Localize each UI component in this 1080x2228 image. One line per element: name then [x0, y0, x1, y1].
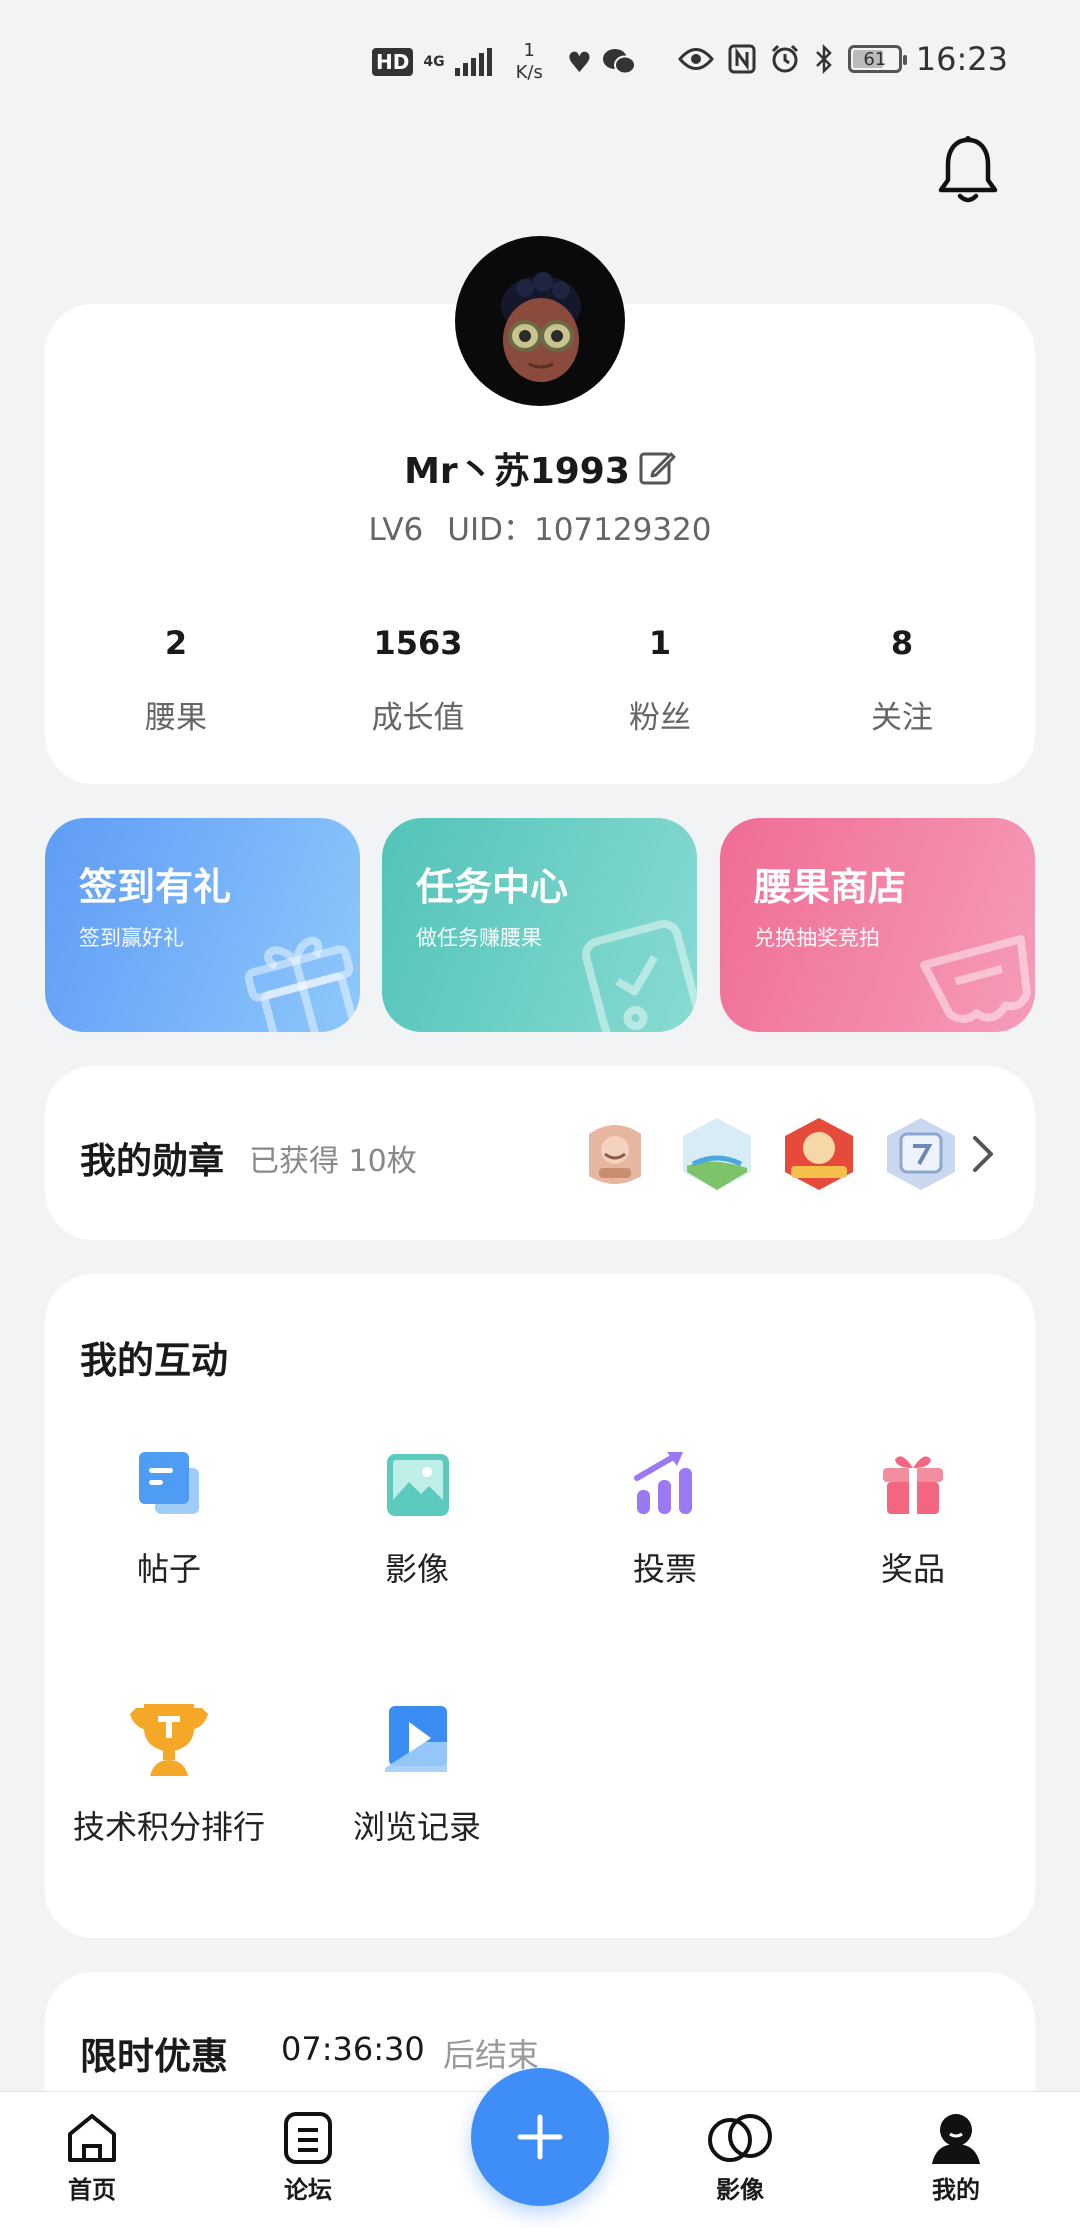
stat-followers[interactable]: 1 粉丝: [539, 624, 781, 737]
image-icon: [387, 1454, 449, 1516]
nav-label: 论坛: [284, 2176, 332, 2204]
profile-icon: [932, 2114, 980, 2164]
username: Mr丶苏1993: [404, 451, 630, 492]
interaction-tech-ranking[interactable]: 技术积分排行: [45, 1702, 293, 1848]
network-type: 4G: [423, 54, 445, 70]
store-outline-icon: [920, 935, 1031, 1024]
tile-subtitle: 做任务赚腰果: [416, 926, 542, 950]
interaction-label: 奖品: [880, 1550, 945, 1588]
nav-gallery[interactable]: 影像: [680, 2110, 800, 2205]
stat-label: 腰果: [145, 700, 207, 736]
wechat-icon: [602, 49, 636, 75]
level-uid-row: LV6 UID：107129320: [45, 504, 1035, 549]
gift-icon: [883, 1456, 943, 1514]
chevron-right-icon: [973, 1136, 993, 1172]
username-row: Mr丶苏1993: [45, 442, 1035, 494]
stat-cashews[interactable]: 2 腰果: [55, 624, 297, 737]
interaction-prizes[interactable]: 奖品: [789, 1448, 1037, 1590]
tile-subtitle: 签到赢好礼: [79, 926, 184, 950]
tile-title: 签到有礼: [79, 865, 232, 909]
stat-growth[interactable]: 1563 成长值: [297, 624, 539, 737]
nav-label: 首页: [68, 2176, 116, 2204]
stat-value: 8: [890, 624, 914, 662]
medal-badge-icon: [785, 1118, 853, 1190]
nav-forum[interactable]: 论坛: [248, 2110, 368, 2205]
stat-label: 成长值: [371, 700, 465, 736]
interaction-label: 影像: [384, 1550, 449, 1588]
hd-badge: HD: [372, 48, 414, 76]
posts-icon: [139, 1452, 199, 1514]
forum-icon: [284, 2112, 332, 2164]
signal-icon: [454, 48, 492, 76]
nav-me[interactable]: 我的: [896, 2110, 1016, 2205]
eye-icon: [677, 48, 714, 70]
history-icon: [385, 1706, 447, 1772]
status-right: 61 16:23: [677, 40, 1008, 78]
tile-cashew-store[interactable]: 腰果商店 兑换抽奖竞拍: [720, 818, 1035, 1032]
medal-badge-icon: [683, 1118, 751, 1190]
medal-badge-icon: [589, 1125, 641, 1184]
speed-unit: K/s: [515, 62, 543, 83]
medals-count: 已获得 10枚: [249, 1144, 417, 1179]
interaction-label: 帖子: [136, 1550, 201, 1588]
battery-level: 61: [863, 48, 887, 70]
speed-value: 1: [523, 40, 535, 61]
tile-title: 任务中心: [416, 865, 569, 909]
battery-icon: 61: [847, 45, 907, 73]
bluetooth-icon: [815, 44, 832, 74]
tile-checkin[interactable]: 签到有礼 签到赢好礼: [45, 818, 360, 1032]
trophy-icon: [130, 1704, 208, 1776]
nav-label: 影像: [716, 2176, 764, 2204]
stat-following[interactable]: 8 关注: [781, 624, 1023, 737]
network-speed: 1 K/s: [516, 40, 543, 84]
offer-title: 限时优惠: [80, 2035, 228, 2078]
status-left: HD 4G 1 K/s ♥: [372, 40, 636, 84]
offer-countdown: 07:36:30: [281, 2030, 425, 2068]
stat-value: 1563: [373, 624, 463, 662]
interaction-history[interactable]: 浏览记录: [293, 1702, 541, 1848]
notification-bell-icon[interactable]: [936, 134, 1000, 206]
tile-title: 腰果商店: [754, 865, 907, 909]
edit-profile-icon[interactable]: [638, 449, 676, 487]
tile-task-center[interactable]: 任务中心 做任务赚腰果: [382, 818, 697, 1032]
create-post-button[interactable]: [471, 2068, 609, 2206]
tile-subtitle: 兑换抽奖竞拍: [754, 926, 880, 950]
gift-outline-icon: [244, 936, 359, 1032]
status-bar: HD 4G 1 K/s ♥ 61 16:23: [0, 0, 1080, 120]
interaction-label: 浏览记录: [352, 1808, 481, 1846]
health-icon: ♥: [566, 45, 592, 79]
nfc-icon: [728, 44, 756, 74]
medals-card[interactable]: 我的勋章 已获得 10枚: [45, 1066, 1035, 1240]
medals-title: 我的勋章: [80, 1141, 225, 1182]
interaction-label: 技术积分排行: [72, 1808, 265, 1846]
stat-label: 关注: [871, 700, 933, 736]
nav-home[interactable]: 首页: [32, 2110, 152, 2205]
interaction-posts[interactable]: 帖子: [45, 1448, 293, 1590]
nav-label: 我的: [932, 2176, 980, 2204]
interaction-votes[interactable]: 投票: [541, 1448, 789, 1590]
interaction-label: 投票: [632, 1550, 697, 1588]
interaction-images[interactable]: 影像: [293, 1448, 541, 1590]
home-icon: [68, 2114, 116, 2162]
avatar[interactable]: [455, 236, 625, 406]
avatar-image: [501, 272, 581, 382]
level-label: LV6: [368, 512, 424, 548]
stat-value: 1: [648, 624, 672, 662]
medal-badge-icon: [887, 1118, 955, 1190]
interactions-title: 我的互动: [80, 1339, 228, 1382]
clock: 16:23: [915, 40, 1008, 78]
profile-stats: 2 腰果 1563 成长值 1 粉丝 8 关注: [45, 624, 1035, 737]
vote-icon: [634, 1452, 692, 1514]
plus-icon: [517, 2114, 563, 2160]
alarm-icon: [771, 44, 798, 73]
stat-label: 粉丝: [629, 700, 691, 736]
interactions-card: 我的互动 帖子 影像 投票 奖品 技术积分排行 浏览记录: [45, 1274, 1035, 1938]
stat-value: 2: [164, 624, 188, 662]
task-outline-icon: [582, 919, 697, 1032]
gallery-icon: [708, 2114, 772, 2162]
uid-label: UID：107129320: [447, 512, 712, 548]
